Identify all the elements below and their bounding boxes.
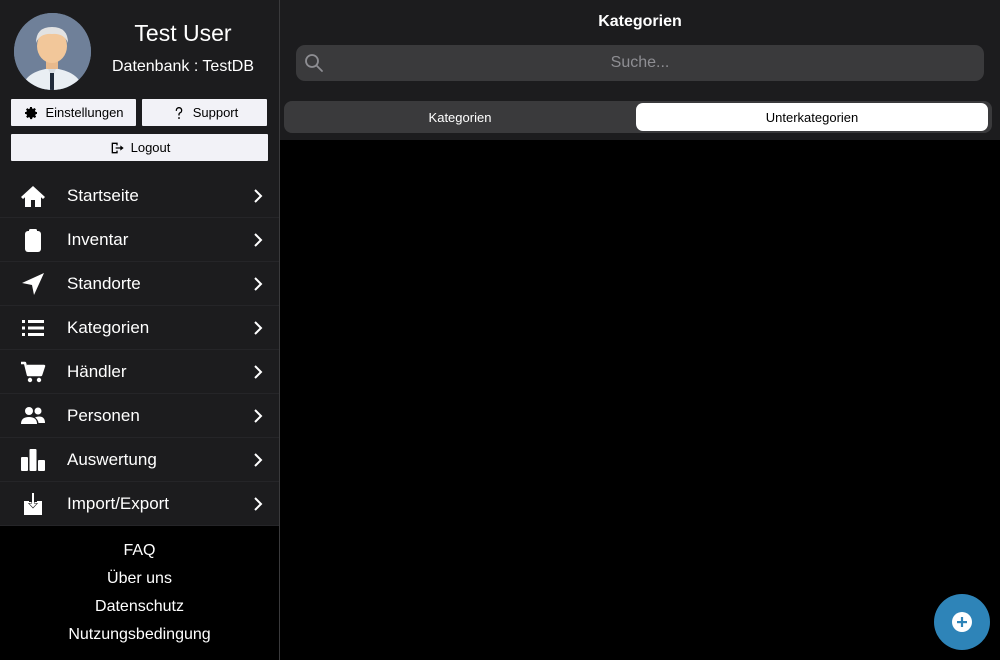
sidebar-item-startseite[interactable]: Startseite <box>0 174 279 218</box>
cart-icon <box>19 359 47 385</box>
faq-link[interactable]: FAQ <box>0 537 279 565</box>
location-arrow-icon <box>19 271 47 297</box>
settings-button-label: Einstellungen <box>45 105 124 120</box>
clipboard-icon <box>19 227 47 253</box>
search-bar[interactable] <box>296 45 984 81</box>
footer-links: FAQ Über uns Datenschutz Nutzungsbedingu… <box>0 537 279 649</box>
question-icon <box>175 106 182 119</box>
database-label: Datenbank : TestDB <box>111 58 254 75</box>
tab-kategorien[interactable]: Kategorien <box>286 103 634 131</box>
sidebar-item-label: Kategorien <box>67 318 150 337</box>
sidebar-item-auswertung[interactable]: Auswertung <box>0 438 279 482</box>
list-icon <box>19 315 47 341</box>
chevron-right-icon <box>254 277 263 291</box>
sidebar-item-label: Standorte <box>67 274 141 293</box>
logout-icon <box>111 142 124 153</box>
chevron-right-icon <box>254 233 263 247</box>
sidebar-panel: Test User Datenbank : TestDB Einstellung… <box>0 0 279 526</box>
sidebar-item-label: Auswertung <box>67 450 157 469</box>
chevron-right-icon <box>254 497 263 511</box>
search-input[interactable] <box>326 45 954 81</box>
sidebar-nav: Startseite Inventar Standorte Kategorien… <box>0 174 279 526</box>
sidebar-item-label: Import/Export <box>67 494 170 513</box>
logout-button[interactable]: Logout <box>11 134 268 161</box>
sidebar-item-label: Inventar <box>67 230 129 249</box>
people-icon <box>19 403 47 429</box>
sidebar-item-import-export[interactable]: Import/Export <box>0 482 279 526</box>
content-area <box>280 140 1000 660</box>
sidebar-item-standorte[interactable]: Standorte <box>0 262 279 306</box>
sidebar-item-label: Startseite <box>67 186 139 205</box>
tab-unterkategorien[interactable]: Unterkategorien <box>636 103 988 131</box>
sidebar-item-kategorien[interactable]: Kategorien <box>0 306 279 350</box>
logout-button-label: Logout <box>130 140 171 155</box>
download-icon <box>19 491 47 517</box>
chart-icon <box>19 447 47 473</box>
terms-link[interactable]: Nutzungsbedingung <box>0 621 279 649</box>
chevron-right-icon <box>254 189 263 203</box>
add-button[interactable] <box>934 594 990 650</box>
support-button[interactable]: Support <box>142 99 267 126</box>
home-icon <box>19 183 47 209</box>
user-avatar-icon <box>14 13 91 90</box>
settings-button[interactable]: Einstellungen <box>11 99 136 126</box>
main-header: Kategorien Kategorien Unterkategorien <box>280 0 1000 140</box>
page-title: Kategorien <box>598 13 682 30</box>
user-name: Test User <box>134 20 232 46</box>
support-button-label: Support <box>192 105 239 120</box>
chevron-right-icon <box>254 453 263 467</box>
avatar[interactable] <box>14 13 91 90</box>
sidebar-item-inventar[interactable]: Inventar <box>0 218 279 262</box>
gear-icon <box>25 106 38 119</box>
sidebar-item-haendler[interactable]: Händler <box>0 350 279 394</box>
search-icon <box>305 54 323 72</box>
segmented-control: Kategorien Unterkategorien <box>284 101 992 133</box>
sidebar-item-label: Personen <box>67 406 140 425</box>
chevron-right-icon <box>254 321 263 335</box>
about-link[interactable]: Über uns <box>0 565 279 593</box>
privacy-link[interactable]: Datenschutz <box>0 593 279 621</box>
chevron-right-icon <box>254 365 263 379</box>
sidebar-item-label: Händler <box>67 362 127 381</box>
sidebar: Test User Datenbank : TestDB Einstellung… <box>0 0 279 660</box>
sidebar-item-personen[interactable]: Personen <box>0 394 279 438</box>
chevron-right-icon <box>254 409 263 423</box>
plus-circle-icon <box>952 612 972 632</box>
